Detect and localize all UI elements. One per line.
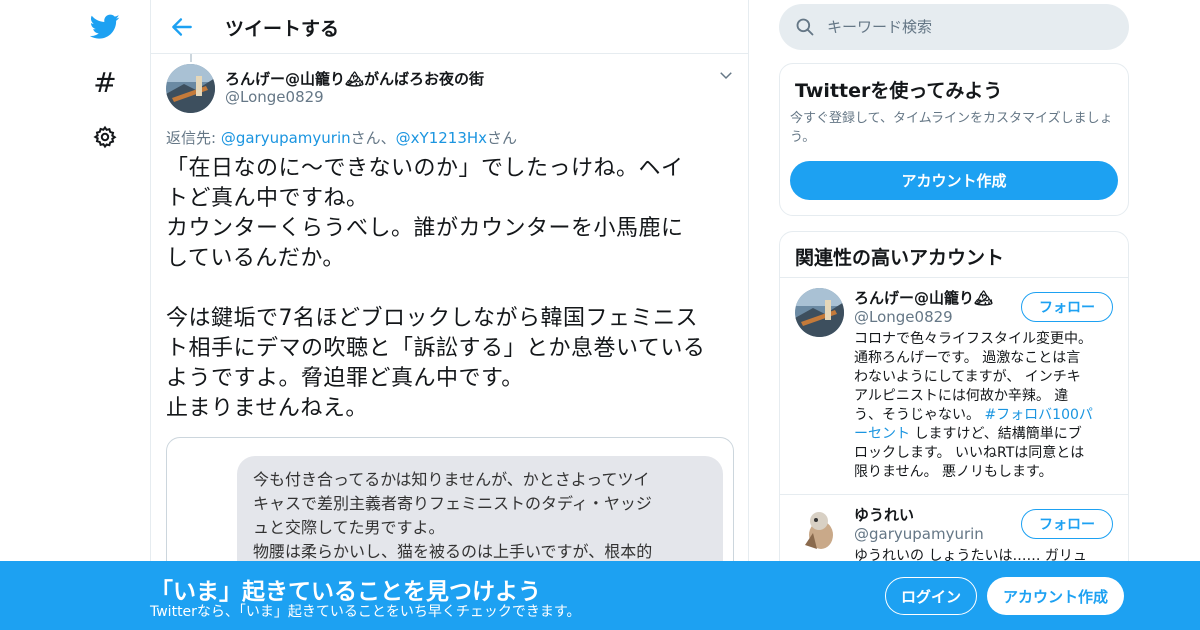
hashtag-link[interactable]: #フォロバ100パ <box>984 407 1092 423</box>
account-item[interactable]: ろんげー@山籠り🏔 @Longe0829 フォロー コロナで色々ライフスタイル変… <box>780 278 1128 494</box>
media-text-line: 今も付き合ってるかは知りませんが、かとさよってツイ <box>253 470 650 489</box>
tweet-text: 「在日なのに～できないのか」でしたっけね。ヘイ トど真ん中ですね。 カウンターく… <box>166 154 741 424</box>
media-text-line: キャスで差別主義者寄りフェミニストのタディ・ヤッジ <box>253 494 652 513</box>
back-arrow-icon[interactable] <box>169 14 195 40</box>
bio-line: 限りません。 悪ノリもします。 <box>854 464 1053 480</box>
bio-line: わないようにしてますが、 インチキ <box>854 369 1081 385</box>
bio-line: ーセント しますけど、結構簡単にブ <box>854 425 1116 444</box>
author-handle[interactable]: @Longe0829 <box>225 88 324 106</box>
reply-suffix: さん、 <box>350 129 396 147</box>
account-bio: コロナで色々ライフスタイル変更中。 通称ろんげーです。 過激なことは言 わないよ… <box>854 330 1116 482</box>
twitter-bird-icon[interactable] <box>90 12 120 42</box>
tweet-line: 「在日なのに～できないのか」でしたっけね。ヘイ <box>166 156 684 181</box>
signup-card: Twitterを使ってみよう 今すぐ登録して、タイムラインをカスタマイズしましょ… <box>779 63 1129 216</box>
main-column: ツイートする ろんげー@山籠り🏔がんばろお夜の街 @Longe0829 返信先:… <box>150 0 749 630</box>
account-handle[interactable]: @garyupamyurin <box>854 525 984 543</box>
tweet-line: しているんだか。 <box>166 246 345 271</box>
bio-text: しますけど、結構簡単にブ <box>910 426 1082 442</box>
reply-mention-link[interactable]: @garyupamyurin <box>221 129 351 147</box>
page-title: ツイートする <box>225 18 340 40</box>
reply-mention-link[interactable]: @xY1213Hx <box>396 129 487 147</box>
signup-card-title: Twitterを使ってみよう <box>795 80 1003 102</box>
thread-connector-line <box>190 54 192 62</box>
search-box[interactable] <box>779 4 1129 50</box>
page-header: ツイートする <box>151 0 749 54</box>
chevron-down-icon[interactable] <box>717 66 735 84</box>
account-handle[interactable]: @Longe0829 <box>854 308 953 326</box>
tweet-line: カウンターくらうべし。誰がカウンターを小馬鹿に <box>166 216 684 241</box>
avatar[interactable] <box>166 64 215 113</box>
account-name[interactable]: ゆうれい <box>854 504 914 525</box>
gear-icon[interactable] <box>90 122 120 152</box>
hashtag-link[interactable]: ーセント <box>854 426 910 442</box>
hashtag-icon[interactable]: # <box>90 66 120 99</box>
reply-context: 返信先: @garyupamyurinさん、@xY1213Hxさん <box>166 127 517 148</box>
media-text-line: ュと交際してた男ですよ。 <box>253 518 445 537</box>
author-name[interactable]: ろんげー@山籠り🏔がんばろお夜の街 <box>225 68 484 89</box>
avatar[interactable] <box>795 505 844 554</box>
bio-line: 通称ろんげーです。 過激なことは言 <box>854 350 1081 366</box>
tweet-line: 今は鍵垢で7名ほどブロックしながら韓国フェミニス <box>166 306 698 331</box>
bio-text: う、そうじゃない。 <box>854 407 985 423</box>
login-button[interactable]: ログイン <box>885 577 977 615</box>
left-nav: # <box>0 0 150 630</box>
bio-line: ロックします。 いいねRTは同意とは <box>854 445 1085 461</box>
banner-subtitle: Twitterなら、「いま」起きていることをいち早くチェックできます。 <box>150 604 581 620</box>
signup-card-description: 今すぐ登録して、タイムラインをカスタマイズしましょう。 <box>790 111 1113 145</box>
search-input[interactable] <box>827 4 1117 50</box>
signup-banner: 「いま」起きていることを見つけよう Twitterなら、「いま」起きていることを… <box>0 561 1200 630</box>
tweet-line: トど真ん中ですね。 <box>166 186 369 211</box>
tweet-line: 止まりませんねえ。 <box>166 396 368 421</box>
avatar[interactable] <box>795 288 844 337</box>
tweet-line: ト相手にデマの吹聴と「訴訟する」とか息巻いている <box>166 336 706 361</box>
follow-button[interactable]: フォロー <box>1021 509 1113 539</box>
signup-button[interactable]: アカウント作成 <box>987 577 1124 615</box>
search-icon <box>795 17 815 37</box>
bio-line: アルピニストには何故か辛辣。 違 <box>854 388 1069 404</box>
bio-line: う、そうじゃない。 #フォロバ100パ <box>854 406 1116 425</box>
related-accounts-title: 関連性の高いアカウント <box>795 247 1005 269</box>
bio-line: コロナで色々ライフスタイル変更中。 <box>854 331 1092 347</box>
create-account-button[interactable]: アカウント作成 <box>790 161 1118 200</box>
account-name[interactable]: ろんげー@山籠り🏔 <box>854 287 993 308</box>
follow-button[interactable]: フォロー <box>1021 292 1113 322</box>
tweet-line: ようですよ。脅迫罪ど真ん中です。 <box>166 366 524 391</box>
reply-suffix: さん <box>487 129 518 147</box>
reply-prefix: 返信先: <box>166 129 221 147</box>
